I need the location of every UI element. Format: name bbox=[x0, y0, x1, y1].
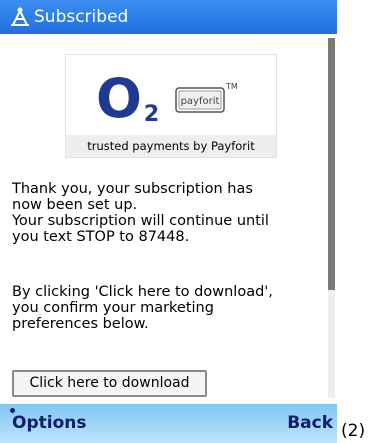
o2-logo: O2 bbox=[96, 67, 159, 130]
trusted-payments-caption: trusted payments by Payforit bbox=[66, 135, 276, 157]
trademark-mark: TM bbox=[225, 82, 238, 91]
scrollbar-thumb[interactable] bbox=[328, 38, 335, 290]
logos: O2 payforit TM bbox=[96, 67, 238, 130]
subscription-icon bbox=[11, 7, 29, 26]
text-line: now been set up. bbox=[12, 197, 138, 213]
text-line: preferences below. bbox=[12, 316, 149, 332]
text-line: By clicking 'Click here to download', bbox=[12, 284, 273, 300]
o2-letter: O2 bbox=[96, 67, 159, 130]
subscription-confirmation-text: Thank you, your subscription has now bee… bbox=[12, 181, 312, 245]
content-area: O2 payforit TM trusted payments by Payfo… bbox=[0, 34, 326, 404]
figure-annotation: (2) bbox=[341, 421, 366, 441]
payforit-logo: payforit TM bbox=[175, 82, 238, 113]
text-line: Thank you, your subscription has bbox=[12, 181, 253, 197]
window-title: Subscribed bbox=[34, 7, 129, 27]
marketing-consent-text: By clicking 'Click here to download', yo… bbox=[12, 284, 312, 332]
back-softkey[interactable]: Back bbox=[287, 404, 333, 443]
options-softkey[interactable]: Options bbox=[12, 404, 86, 443]
text-line: you confirm your marketing bbox=[12, 300, 214, 316]
payment-logo-box: O2 payforit TM trusted payments by Payfo… bbox=[65, 54, 277, 158]
payforit-wordmark: payforit bbox=[181, 96, 220, 107]
scrollbar[interactable] bbox=[328, 38, 335, 398]
text-line: Your subscription will continue until bbox=[12, 213, 269, 229]
softkey-bar: Options Back bbox=[0, 404, 337, 443]
title-bar: Subscribed bbox=[0, 0, 337, 34]
download-button[interactable]: Click here to download bbox=[12, 370, 207, 397]
text-line: you text STOP to 87448. bbox=[12, 229, 190, 245]
phone-screen: Subscribed O2 payforit TM trusted paymen… bbox=[0, 0, 337, 443]
